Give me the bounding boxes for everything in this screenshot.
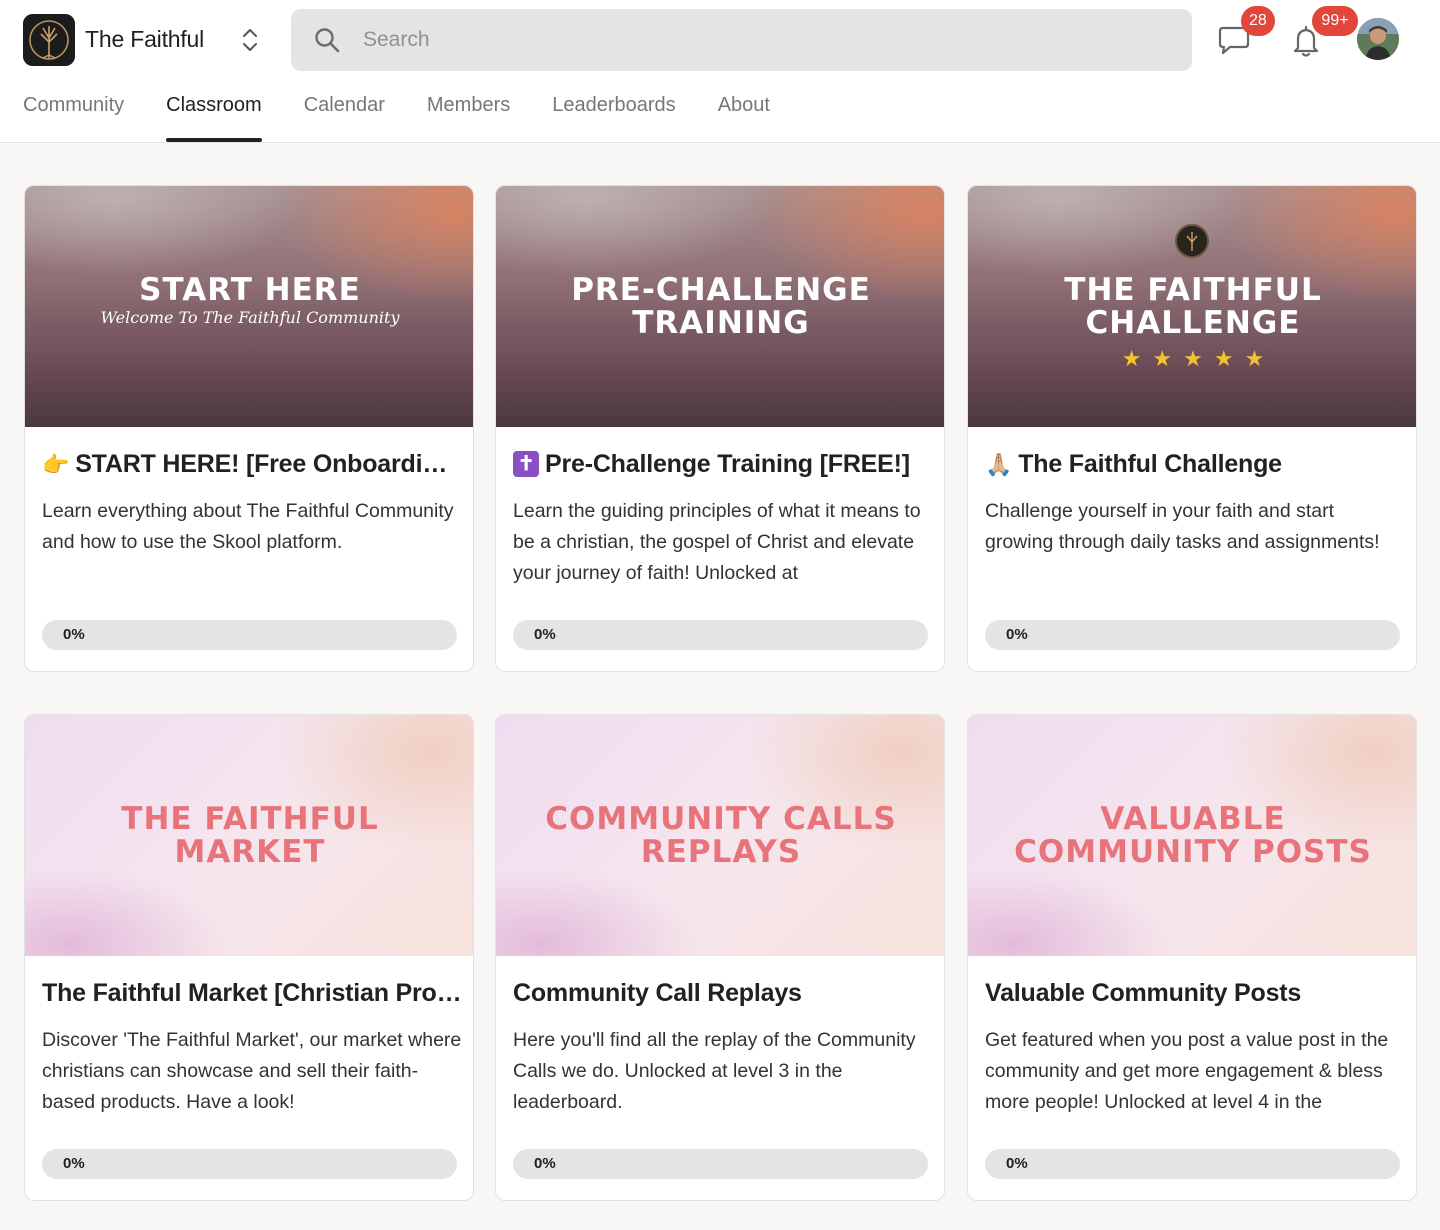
course-title: 🙏🏼 The Faithful Challenge: [985, 450, 1405, 479]
cross-icon: ✝: [513, 451, 539, 477]
tab-about[interactable]: About: [718, 84, 770, 142]
tab-community[interactable]: Community: [23, 84, 124, 142]
praying-hands-icon: 🙏🏼: [985, 452, 1013, 477]
course-card-faithful-market[interactable]: THE FAITHFUL MARKET The Faithful Market …: [24, 714, 474, 1201]
course-progress-bar: 0%: [513, 1149, 928, 1179]
course-title-text: START HERE! [Free Onboarding!]: [75, 450, 462, 478]
community-switcher-icon[interactable]: [236, 24, 264, 56]
course-description: Get featured when you post a value post …: [985, 1029, 1389, 1113]
progress-label: 0%: [1006, 1155, 1028, 1172]
notifications-count-badge: 99+: [1312, 6, 1358, 36]
user-avatar[interactable]: [1357, 18, 1399, 60]
tab-members[interactable]: Members: [427, 84, 510, 142]
course-card-community-calls[interactable]: COMMUNITY CALLS REPLAYS Community Call R…: [495, 714, 945, 1201]
cover-title: COMMUNITY CALLS REPLAYS: [545, 801, 897, 870]
course-title-text: Pre-Challenge Training [FREE!]: [545, 450, 910, 478]
progress-label: 0%: [63, 626, 85, 643]
course-progress-bar: 0%: [985, 1149, 1400, 1179]
tree-emblem-icon: [1175, 224, 1209, 258]
course-title: The Faithful Market [Christian Pro…: [42, 979, 462, 1007]
course-progress-bar: 0%: [985, 620, 1400, 650]
tab-calendar[interactable]: Calendar: [304, 84, 385, 142]
course-cover: VALUABLE COMMUNITY POSTS: [968, 715, 1416, 956]
top-header: The Faithful 28 99+: [0, 0, 1440, 143]
cover-title: THE FAITHFUL CHALLENGE: [1064, 272, 1322, 341]
progress-label: 0%: [534, 1155, 556, 1172]
community-logo[interactable]: [23, 14, 75, 66]
cover-title: START HERE: [139, 272, 361, 308]
course-title: ✝ Pre-Challenge Training [FREE!]: [513, 450, 933, 479]
tab-leaderboards[interactable]: Leaderboards: [552, 84, 675, 142]
course-title: Community Call Replays: [513, 979, 802, 1007]
community-name[interactable]: The Faithful: [85, 26, 204, 53]
course-cover: PRE-CHALLENGE TRAINING: [496, 186, 944, 427]
course-progress-bar: 0%: [513, 620, 928, 650]
course-description: Learn the guiding principles of what it …: [513, 500, 921, 584]
course-cover: COMMUNITY CALLS REPLAYS: [496, 715, 944, 956]
search-input[interactable]: [363, 9, 1163, 71]
tab-classroom[interactable]: Classroom: [166, 84, 262, 142]
course-description: Here you'll find all the replay of the C…: [513, 1029, 916, 1113]
course-progress-bar: 0%: [42, 620, 457, 650]
user-photo-icon: [1357, 18, 1399, 60]
course-card-pre-challenge[interactable]: PRE-CHALLENGE TRAINING ✝ Pre-Challenge Tr…: [495, 185, 945, 672]
course-cover: START HERE Welcome To The Faithful Commu…: [25, 186, 473, 427]
chat-count-badge: 28: [1241, 6, 1275, 36]
cover-title: THE FAITHFUL MARKET: [121, 801, 379, 870]
progress-label: 0%: [1006, 626, 1028, 643]
course-card-faithful-challenge[interactable]: THE FAITHFUL CHALLENGE ★★★★★ 🙏🏼 The Faith…: [967, 185, 1417, 672]
progress-label: 0%: [63, 1155, 85, 1172]
tree-logo-icon: [23, 14, 75, 66]
cover-subtitle: Welcome To The Faithful Community: [100, 308, 400, 327]
course-description: Discover 'The Faithful Market', our mark…: [42, 1029, 462, 1113]
search-icon: [315, 28, 340, 53]
course-title-text: The Faithful Challenge: [1018, 450, 1282, 478]
course-card-valuable-posts[interactable]: VALUABLE COMMUNITY POSTS Valuable Commun…: [967, 714, 1417, 1201]
course-progress-bar: 0%: [42, 1149, 457, 1179]
cover-title: PRE-CHALLENGE TRAINING: [571, 272, 871, 341]
course-cover: THE FAITHFUL CHALLENGE ★★★★★: [968, 186, 1416, 427]
search-bar[interactable]: [291, 9, 1192, 71]
cover-title: VALUABLE COMMUNITY POSTS: [1014, 801, 1372, 870]
course-description: Learn everything about The Faithful Comm…: [42, 500, 454, 553]
course-cover: THE FAITHFUL MARKET: [25, 715, 473, 956]
progress-label: 0%: [534, 626, 556, 643]
course-description: Challenge yourself in your faith and sta…: [985, 500, 1380, 553]
course-title: Valuable Community Posts: [985, 979, 1302, 1007]
pointing-hand-icon: 👉: [42, 452, 70, 477]
course-title: 👉 START HERE! [Free Onboarding!]: [42, 450, 462, 479]
main-nav-tabs: Community Classroom Calendar Members Lea…: [23, 84, 812, 142]
course-card-start-here[interactable]: START HERE Welcome To The Faithful Commu…: [24, 185, 474, 672]
five-stars-icon: ★★★★★: [1121, 346, 1276, 371]
